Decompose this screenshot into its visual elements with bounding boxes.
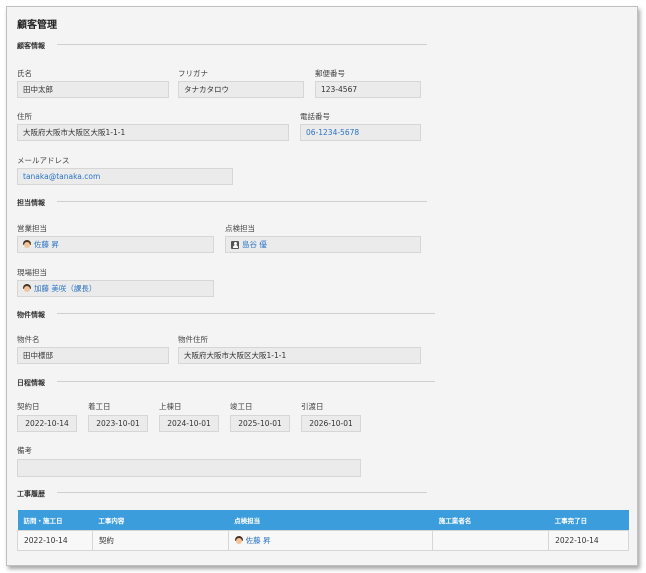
address-field[interactable]: 大阪府大阪市大阪区大阪1-1-1 bbox=[17, 124, 289, 141]
customer-management-panel: 顧客管理 顧客情報 氏名 田中太郎 フリガナ タナカタロウ 郵便番号 123-4… bbox=[6, 6, 638, 566]
email-link[interactable]: tanaka@tanaka.com bbox=[23, 172, 100, 181]
avatar-face-icon bbox=[23, 284, 31, 293]
column-header-inspector[interactable]: 点検担当 bbox=[228, 510, 433, 530]
notes-label: 備考 bbox=[17, 446, 32, 455]
column-header-completed[interactable]: 工事完了日 bbox=[548, 510, 629, 530]
postal-code-field[interactable]: 123-4567 bbox=[315, 81, 421, 98]
property-address-label: 物件住所 bbox=[178, 335, 208, 344]
inspection-staff-link[interactable]: 島谷 優 bbox=[242, 239, 267, 250]
postal-code-value: 123-4567 bbox=[321, 85, 358, 94]
table-header-row: 訪問・施工日 工事内容 点検担当 施工業者名 工事完了日 bbox=[17, 510, 629, 530]
start-date-field[interactable]: 2023-10-01 bbox=[88, 415, 148, 432]
avatar-face-icon bbox=[234, 535, 243, 545]
framing-date-label: 上棟日 bbox=[159, 402, 182, 411]
phone-label: 電話番号 bbox=[300, 112, 330, 121]
furigana-label: フリガナ bbox=[178, 69, 208, 78]
furigana-value: タナカタロウ bbox=[184, 85, 229, 94]
start-date-value: 2023-10-01 bbox=[96, 419, 140, 428]
furigana-field[interactable]: タナカタロウ bbox=[178, 81, 304, 98]
handover-date-label: 引渡日 bbox=[301, 402, 324, 411]
table-row[interactable]: 2022-10-14 契約 佐藤 昇 2022-10-14 bbox=[17, 529, 629, 551]
inspection-staff-field[interactable]: 島谷 優 bbox=[225, 236, 421, 253]
phone-field[interactable]: 06-1234-5678 bbox=[300, 124, 421, 141]
phone-link[interactable]: 06-1234-5678 bbox=[306, 128, 359, 137]
sales-staff-link[interactable]: 佐藤 昇 bbox=[34, 239, 59, 250]
section-title-customer-info: 顧客情報 bbox=[17, 42, 45, 50]
section-title-staff-info: 担当情報 bbox=[17, 199, 45, 207]
column-header-contractor[interactable]: 施工業者名 bbox=[432, 510, 549, 530]
handover-date-value: 2026-10-01 bbox=[309, 419, 353, 428]
section-divider bbox=[57, 313, 435, 314]
name-value: 田中太郎 bbox=[23, 85, 53, 94]
section-divider bbox=[57, 201, 427, 202]
work-history-table: 訪問・施工日 工事内容 点検担当 施工業者名 工事完了日 2022-10-14 … bbox=[17, 510, 629, 551]
cell-contractor bbox=[432, 529, 550, 551]
avatar-face-icon bbox=[23, 240, 31, 249]
site-staff-label: 現場担当 bbox=[17, 268, 47, 277]
name-field[interactable]: 田中太郎 bbox=[17, 81, 169, 98]
framing-date-field[interactable]: 2024-10-01 bbox=[159, 415, 219, 432]
section-title-schedule-info: 日程情報 bbox=[17, 379, 45, 387]
page-title: 顧客管理 bbox=[17, 20, 57, 31]
property-name-value: 田中様邸 bbox=[23, 351, 53, 360]
cell-visit-date: 2022-10-14 bbox=[17, 529, 93, 551]
start-date-label: 着工日 bbox=[88, 402, 111, 411]
property-name-field[interactable]: 田中様邸 bbox=[17, 347, 169, 364]
postal-code-label: 郵便番号 bbox=[315, 69, 345, 78]
cell-work: 契約 bbox=[91, 529, 229, 551]
column-header-work[interactable]: 工事内容 bbox=[92, 510, 229, 530]
user-icon bbox=[231, 240, 239, 249]
property-address-field[interactable]: 大阪府大阪市大阪区大阪1-1-1 bbox=[178, 347, 421, 364]
notes-field[interactable] bbox=[17, 459, 361, 477]
section-title-property-info: 物件情報 bbox=[17, 311, 45, 319]
cell-completed: 2022-10-14 bbox=[548, 529, 629, 551]
completion-date-value: 2025-10-01 bbox=[238, 419, 282, 428]
completion-date-field[interactable]: 2025-10-01 bbox=[230, 415, 290, 432]
section-title-work-history: 工事履歴 bbox=[17, 490, 45, 498]
cell-inspector: 佐藤 昇 bbox=[227, 529, 434, 551]
property-name-label: 物件名 bbox=[17, 335, 40, 344]
inspector-link[interactable]: 佐藤 昇 bbox=[246, 535, 271, 546]
property-address-value: 大阪府大阪市大阪区大阪1-1-1 bbox=[184, 351, 287, 360]
completion-date-label: 竣工日 bbox=[230, 402, 253, 411]
handover-date-field[interactable]: 2026-10-01 bbox=[301, 415, 361, 432]
sales-staff-field[interactable]: 佐藤 昇 bbox=[17, 236, 214, 253]
section-divider bbox=[57, 492, 427, 493]
address-label: 住所 bbox=[17, 112, 32, 121]
contract-date-label: 契約日 bbox=[17, 402, 40, 411]
framing-date-value: 2024-10-01 bbox=[167, 419, 211, 428]
site-staff-link[interactable]: 加藤 美咲（課長） bbox=[34, 283, 96, 294]
column-header-visit-date[interactable]: 訪問・施工日 bbox=[17, 510, 93, 530]
email-label: メールアドレス bbox=[17, 156, 70, 165]
contract-date-value: 2022-10-14 bbox=[25, 419, 69, 428]
address-value: 大阪府大阪市大阪区大阪1-1-1 bbox=[23, 128, 126, 137]
contract-date-field[interactable]: 2022-10-14 bbox=[17, 415, 77, 432]
email-field[interactable]: tanaka@tanaka.com bbox=[17, 168, 233, 185]
inspection-staff-label: 点検担当 bbox=[225, 224, 255, 233]
sales-staff-label: 営業担当 bbox=[17, 224, 47, 233]
site-staff-field[interactable]: 加藤 美咲（課長） bbox=[17, 280, 214, 297]
section-divider bbox=[57, 44, 427, 45]
name-label: 氏名 bbox=[17, 69, 32, 78]
section-divider bbox=[57, 381, 435, 382]
